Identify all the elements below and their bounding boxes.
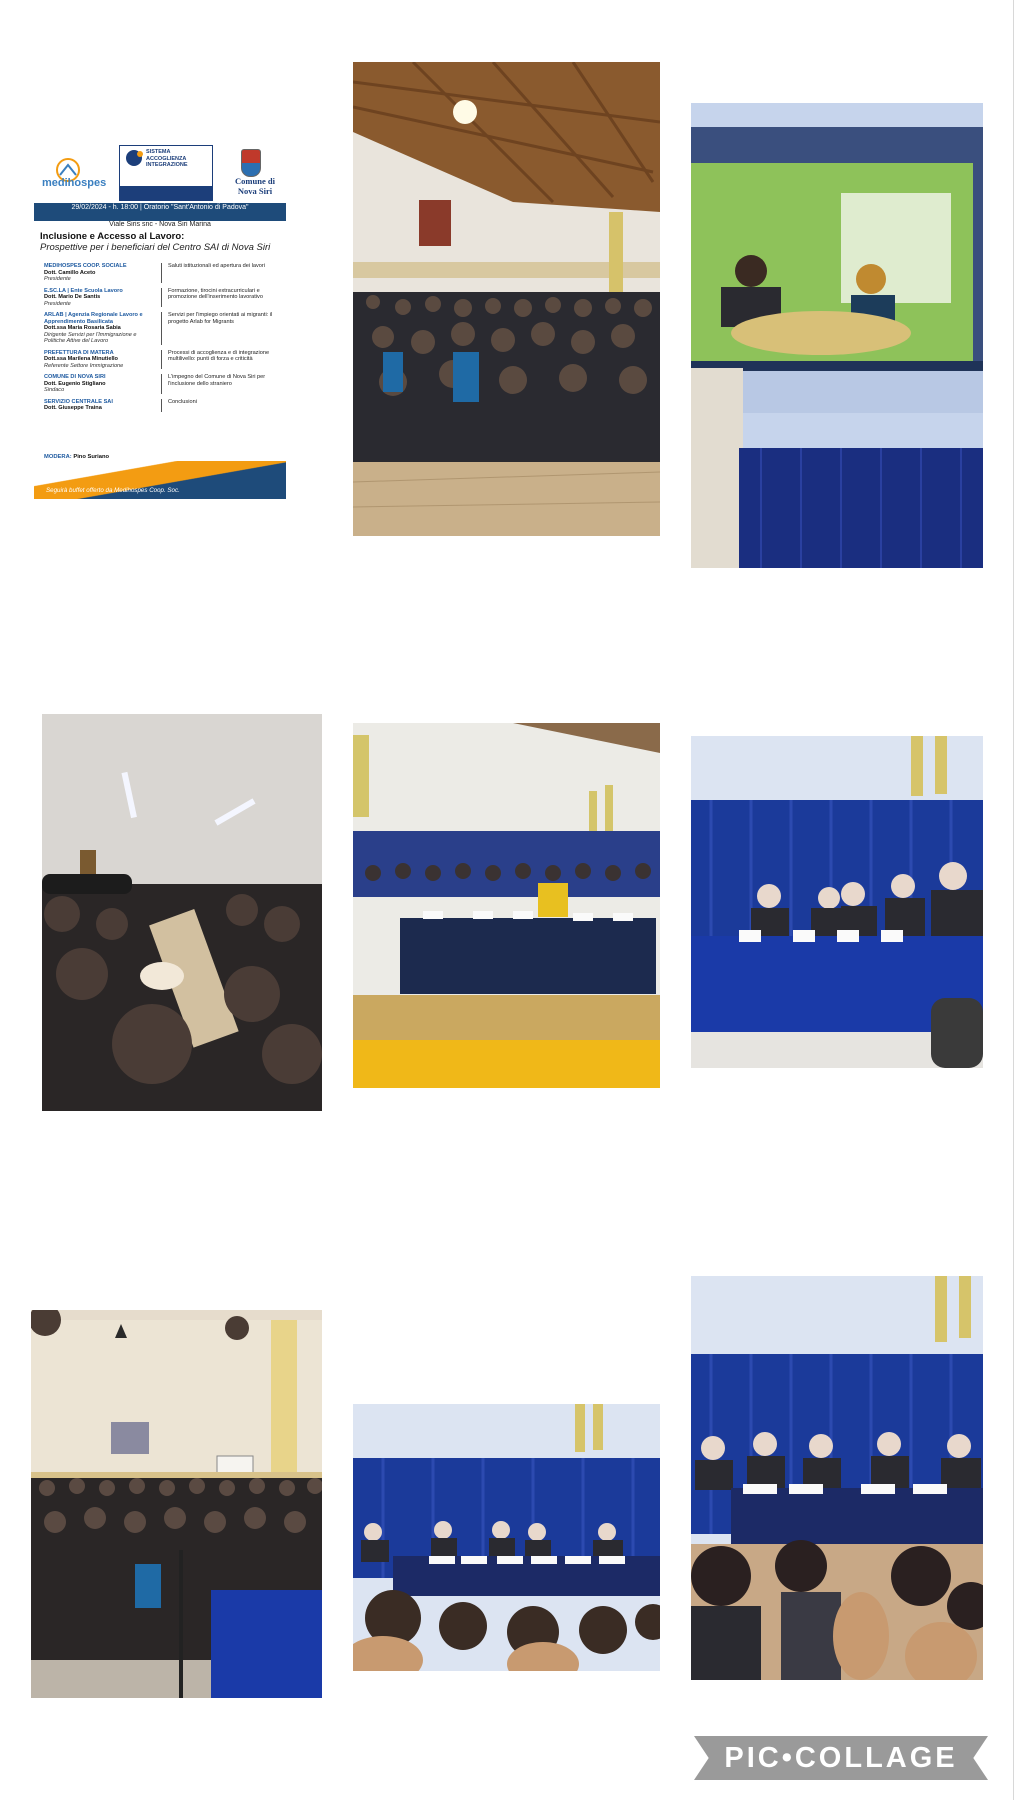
agenda-org: ARLAB | Agenzia Regionale Lavoro e Appre… [44,312,143,325]
photo-buffet-crowd [42,714,322,1111]
agenda-topic: L'impegno del Comune di Nova Siri per l'… [168,374,266,387]
moderator-line: MODERA: Pino Suriano [44,454,109,460]
sai-logo-footer [120,186,212,200]
photo-panel-behind-audience [353,1404,660,1671]
piccollage-watermark-text: PIC•COLLAGE [724,1742,958,1774]
event-flyer: medihospes SISTEMA ACCOGLIENZA INTEGRAZI… [34,143,286,499]
sai-dot-icon [126,150,143,166]
medihospes-logo-icon [56,158,80,182]
moderator-name: Pino Suriano [73,454,110,460]
agenda-topic: Servizi per l'impiego orientati ai migra… [168,312,273,325]
agenda-role: Presidente [44,300,71,307]
agenda-row: E.SC.LA | Ente Scuola Lavoro Dott. Mario… [44,287,280,307]
flyer-subtitle: Prospettive per i beneficiari del Centro… [40,242,271,253]
sai-logo-text: SISTEMA ACCOGLIENZA INTEGRAZIONE [146,149,188,168]
photo-video-call-screen [691,103,983,568]
sai-logo: SISTEMA ACCOGLIENZA INTEGRAZIONE [119,145,213,201]
agenda-role: Referente Settore Immigrazione [44,362,124,369]
photo-panel-closeup [691,736,983,1068]
agenda-speaker: Dott. Giuseppe Traina [44,405,102,411]
comune-logo-text: Comune di Nova Siri [235,176,275,196]
photo-audience-hall [353,62,660,536]
agenda-row: ARLAB | Agenzia Regionale Lavoro e Appre… [44,312,280,345]
agenda-role: Sindaco [44,387,65,393]
piccollage-watermark: PIC•COLLAGE [694,1736,988,1780]
comune-crest-icon [241,149,261,177]
agenda-topic: Conclusioni [168,398,197,405]
agenda-topic: Formazione, tirocini extracurriculari e … [168,287,263,301]
agenda-list: MEDIHOSPES COOP. SOCIALE Dott. Camillo A… [44,263,280,417]
event-address: Viale Siris snc - Nova Siri Marina [109,221,211,228]
agenda-topic: Processi di accoglienza e di integrazion… [168,349,270,363]
flyer-footer: Seguirà buffet offerto da Medihospes Coo… [34,461,286,499]
agenda-row: PREFETTURA DI MATERA Dott.ssa Marilena M… [44,349,280,369]
flyer-title: Inclusione e Accesso al Lavoro: [40,231,185,242]
flyer-footer-text: Seguirà buffet offerto da Medihospes Coo… [46,487,180,494]
medihospes-logo-text: medihospes [42,177,107,189]
photo-panel-table [353,723,660,1088]
agenda-row: MEDIHOSPES COOP. SOCIALE Dott. Camillo A… [44,263,280,283]
agenda-topic: Saluti istituzionali ed apertura dei lav… [168,263,266,269]
agenda-role: Dirigente Servizi per l'Immigrazione e P… [44,331,137,345]
agenda-row: SERVIZIO CENTRALE SAI Dott. Giuseppe Tra… [44,398,280,412]
agenda-role: Presidente [44,276,71,282]
flyer-logos: medihospes SISTEMA ACCOGLIENZA INTEGRAZI… [34,143,286,203]
agenda-row: COMUNE DI NOVA SIRI Dott. Eugenio Stigli… [44,374,280,394]
photo-panel-front-view [691,1276,983,1680]
event-date-bar: 29/02/2024 - h. 18:00 | Oratorio "Sant'A… [34,203,286,221]
photo-audience-side [31,1310,322,1698]
moderator-label: MODERA: [44,454,72,460]
